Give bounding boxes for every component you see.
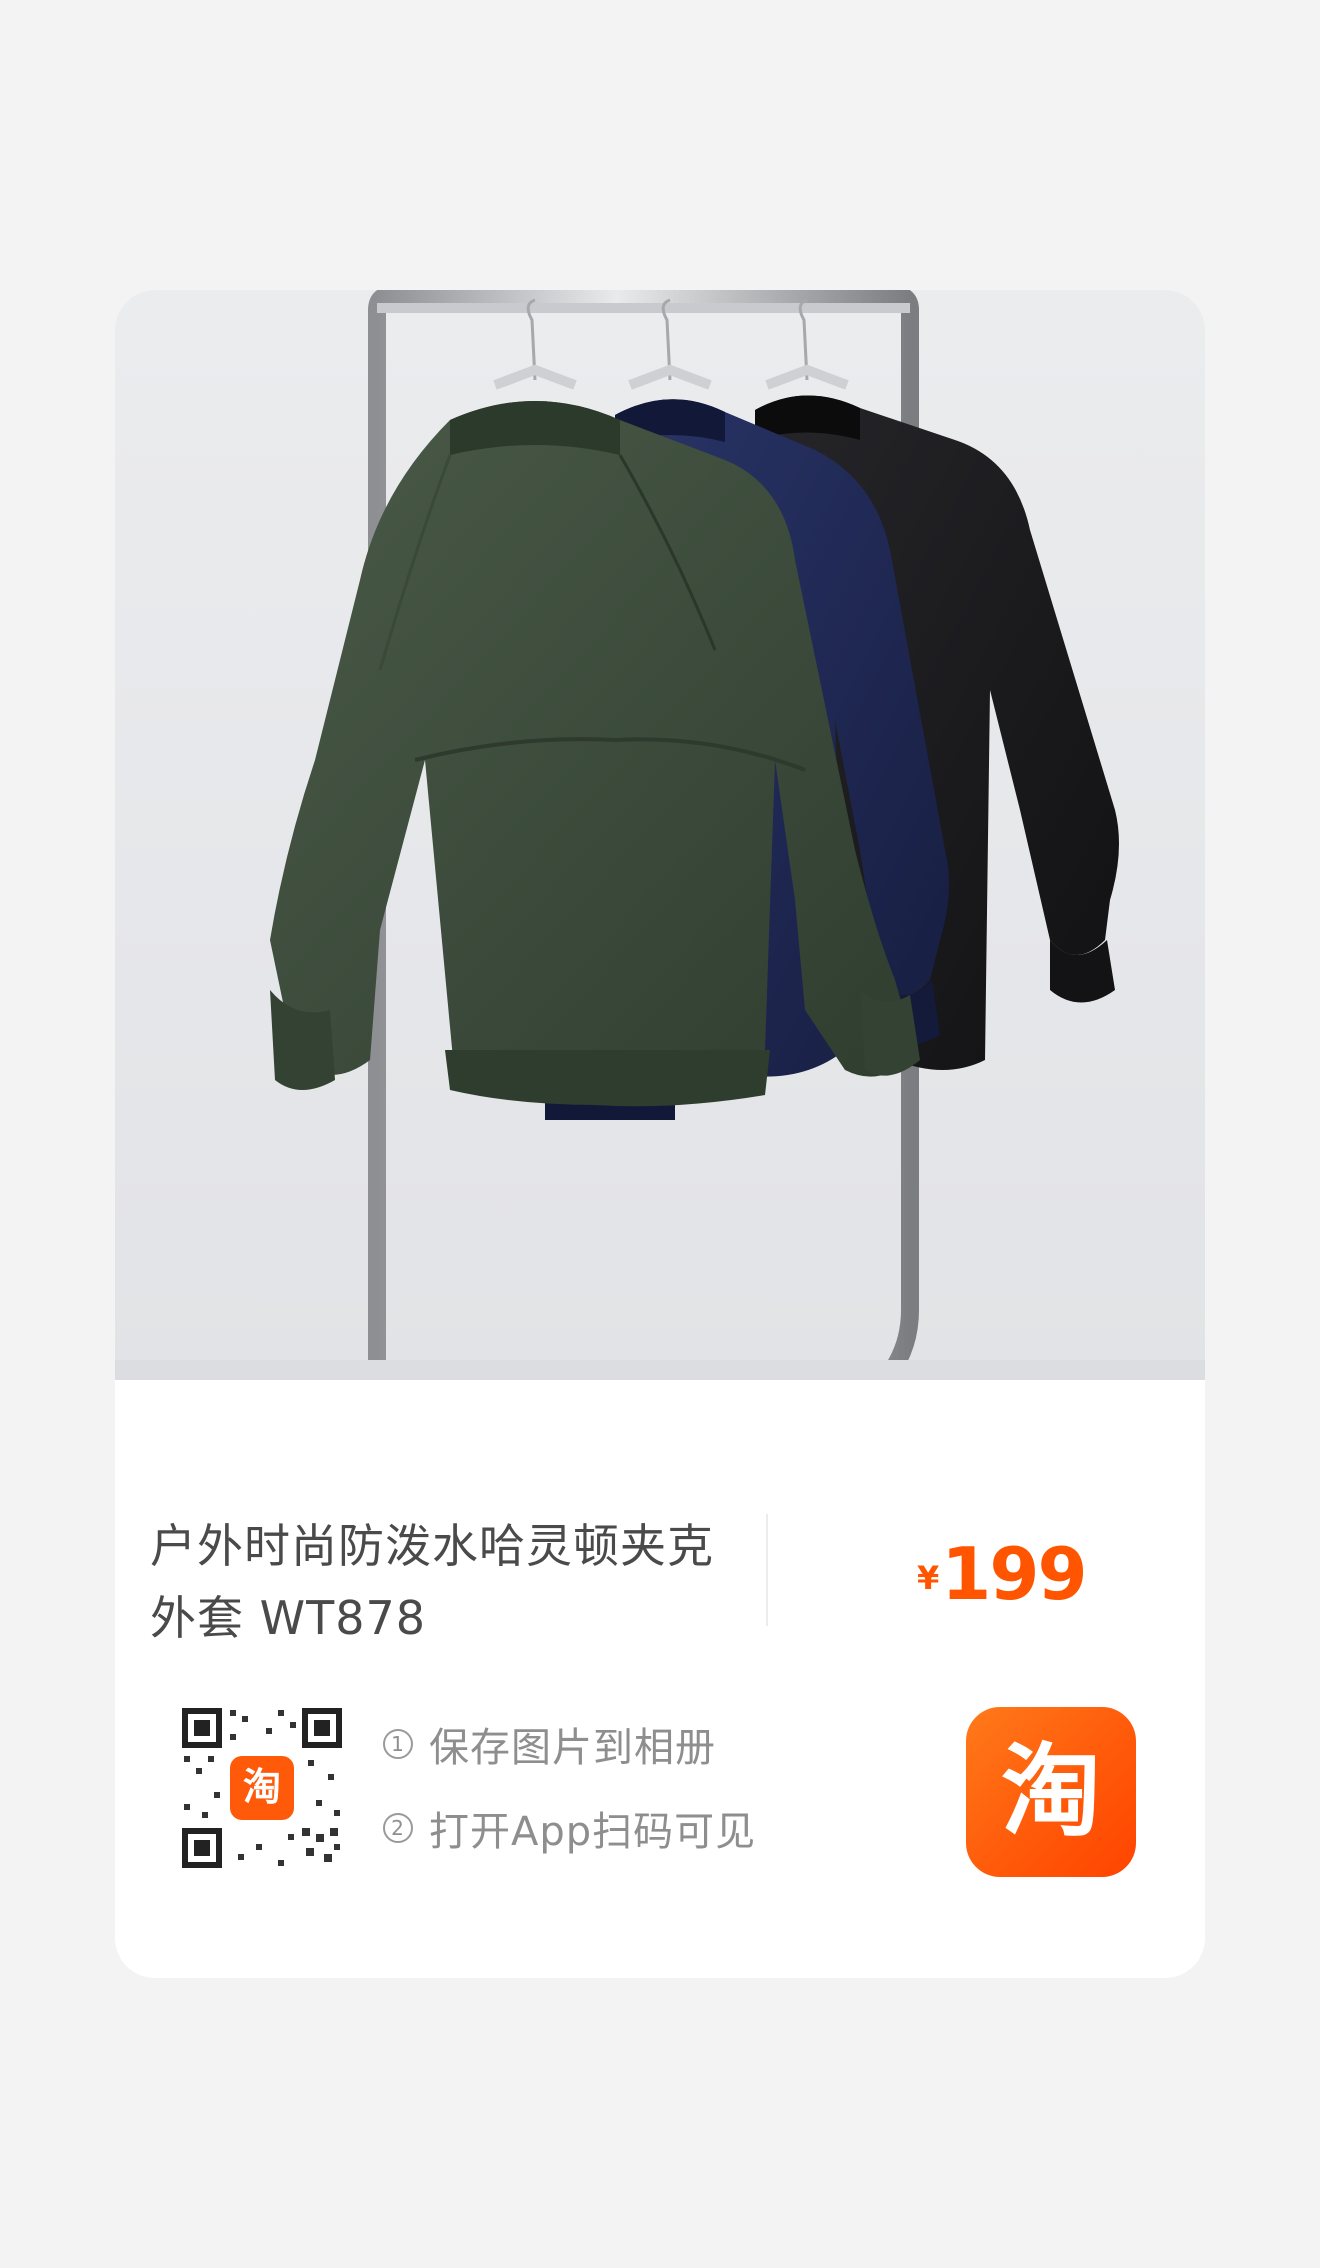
price: ¥199 (917, 1532, 1088, 1616)
step2-text: 打开App扫码可见 (429, 1809, 757, 1855)
step-open-app: 2 打开App扫码可见 (383, 1804, 756, 1855)
step-save-image: 1 保存图片到相册 (383, 1720, 756, 1771)
taobao-glyph: 淘 (1001, 1733, 1101, 1850)
currency-symbol: ¥ (917, 1559, 940, 1597)
product-photo[interactable] (115, 290, 1205, 1380)
qr-badge-glyph: 淘 (243, 1765, 281, 1809)
product-title-line1: 户外时尚防泼水哈灵顿夹克 (150, 1519, 714, 1573)
floor-shadow (115, 1360, 1205, 1380)
step1-text: 保存图片到相册 (429, 1725, 716, 1771)
scan-instructions: 1 保存图片到相册 2 打开App扫码可见 (383, 1720, 756, 1888)
price-amount: 199 (941, 1532, 1087, 1616)
product-title[interactable]: 户外时尚防泼水哈灵顿夹克 外套 WT878 (150, 1510, 750, 1654)
step2-number: 2 (383, 1813, 413, 1843)
jacket-rack-illustration (115, 290, 1205, 1380)
divider (766, 1514, 768, 1626)
product-share-card: 户外时尚防泼水哈灵顿夹克 外套 WT878 ¥199 淘 1 保存图片到相册 2… (115, 290, 1205, 1978)
taobao-icon[interactable]: 淘 (966, 1707, 1136, 1877)
step1-number: 1 (383, 1729, 413, 1759)
product-info: 户外时尚防泼水哈灵顿夹克 外套 WT878 ¥199 淘 1 保存图片到相册 2… (115, 1380, 1205, 1978)
qr-code-icon: 淘 (178, 1704, 346, 1872)
product-title-line2: 外套 WT878 (150, 1591, 427, 1645)
qr-code[interactable]: 淘 (178, 1704, 346, 1872)
